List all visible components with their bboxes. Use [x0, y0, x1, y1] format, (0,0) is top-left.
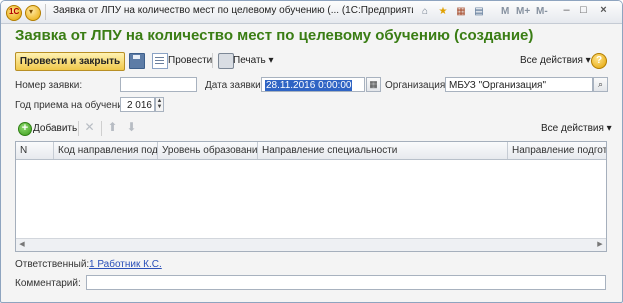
title-bar-divider — [45, 4, 46, 20]
save-icon[interactable] — [129, 53, 145, 69]
column-header-n[interactable]: N — [16, 142, 54, 159]
star-icon[interactable]: ★ — [435, 4, 451, 20]
close-icon[interactable]: × — [596, 4, 611, 18]
year-field[interactable]: 2 016 — [120, 97, 155, 112]
search-icon[interactable]: ⌕ — [593, 77, 608, 92]
date-field[interactable]: 28.11.2016 0:00:00 — [261, 77, 365, 92]
m-minus-button[interactable]: M- — [536, 6, 548, 17]
move-down-icon: ⬇ — [126, 120, 137, 134]
toolbar-divider — [78, 121, 79, 136]
post-and-close-button[interactable]: Провести и закрыть — [15, 52, 125, 71]
responsible-label: Ответственный: — [15, 259, 90, 270]
post-icon[interactable] — [152, 53, 168, 69]
organization-label: Организация: — [385, 80, 449, 91]
help-icon[interactable]: ? — [591, 53, 607, 69]
column-header-direction-code[interactable]: Код направления под... — [54, 142, 158, 159]
command-divider — [212, 53, 213, 68]
table-all-actions-button[interactable]: Все действия ▾ — [541, 123, 612, 134]
column-header-education-level[interactable]: Уровень образования — [158, 142, 258, 159]
year-label: Год приема на обучение: — [15, 100, 132, 111]
table-header: N Код направления под... Уровень образов… — [16, 142, 606, 160]
comment-field[interactable] — [86, 275, 606, 290]
document-window: 1С ▾ Заявка от ЛПУ на количество мест по… — [0, 0, 623, 303]
m-plus-button[interactable]: M+ — [516, 6, 530, 17]
add-button[interactable]: Добавить — [33, 123, 77, 134]
number-field[interactable] — [120, 77, 197, 92]
calculator-icon[interactable]: ▤ — [471, 4, 487, 20]
calendar-picker-icon[interactable]: ▦ — [366, 77, 381, 92]
toolbar-divider — [101, 121, 102, 136]
maximize-icon[interactable]: □ — [576, 4, 591, 18]
form-title: Заявка от ЛПУ на количество мест по целе… — [15, 27, 534, 44]
horizontal-scrollbar[interactable]: ◀ ▶ — [16, 238, 606, 251]
organization-field[interactable]: МБУЗ "Организация" — [445, 77, 593, 92]
calendar-icon[interactable]: ▦ — [453, 4, 469, 20]
delete-icon: ✕ — [84, 120, 95, 134]
minimize-icon[interactable]: – — [559, 4, 574, 18]
date-label: Дата заявки: — [205, 80, 264, 91]
scroll-right-icon[interactable]: ▶ — [596, 241, 604, 249]
column-header-training-direction[interactable]: Направление подготов — [508, 142, 606, 159]
year-stepper-icon[interactable]: ▲ ▼ — [155, 97, 164, 112]
main-menu-icon[interactable]: ▾ — [25, 5, 41, 21]
date-value: 28.11.2016 0:00:00 — [265, 80, 353, 91]
print-button[interactable]: Печать ▾ — [233, 55, 274, 66]
post-button[interactable]: Провести — [168, 55, 212, 66]
scroll-left-icon[interactable]: ◀ — [18, 241, 26, 249]
comment-label: Комментарий: — [15, 278, 81, 289]
1c-logo-icon[interactable]: 1С — [6, 5, 22, 21]
m-button[interactable]: M — [501, 6, 509, 17]
title-bar: 1С ▾ Заявка от ЛПУ на количество мест по… — [1, 1, 622, 24]
move-up-icon: ⬆ — [107, 120, 118, 134]
home-icon[interactable]: ⌂ — [417, 4, 433, 20]
number-label: Номер заявки: — [15, 80, 83, 91]
responsible-link[interactable]: 1 Работник К.С. — [89, 259, 162, 270]
column-header-specialty-direction[interactable]: Направление специальности — [258, 142, 508, 159]
print-icon[interactable] — [218, 53, 234, 69]
requests-table[interactable]: N Код направления под... Уровень образов… — [15, 141, 607, 252]
add-icon[interactable]: + — [18, 122, 32, 136]
window-title: Заявка от ЛПУ на количество мест по целе… — [53, 5, 413, 16]
all-actions-button[interactable]: Все действия ▾ — [520, 55, 591, 66]
